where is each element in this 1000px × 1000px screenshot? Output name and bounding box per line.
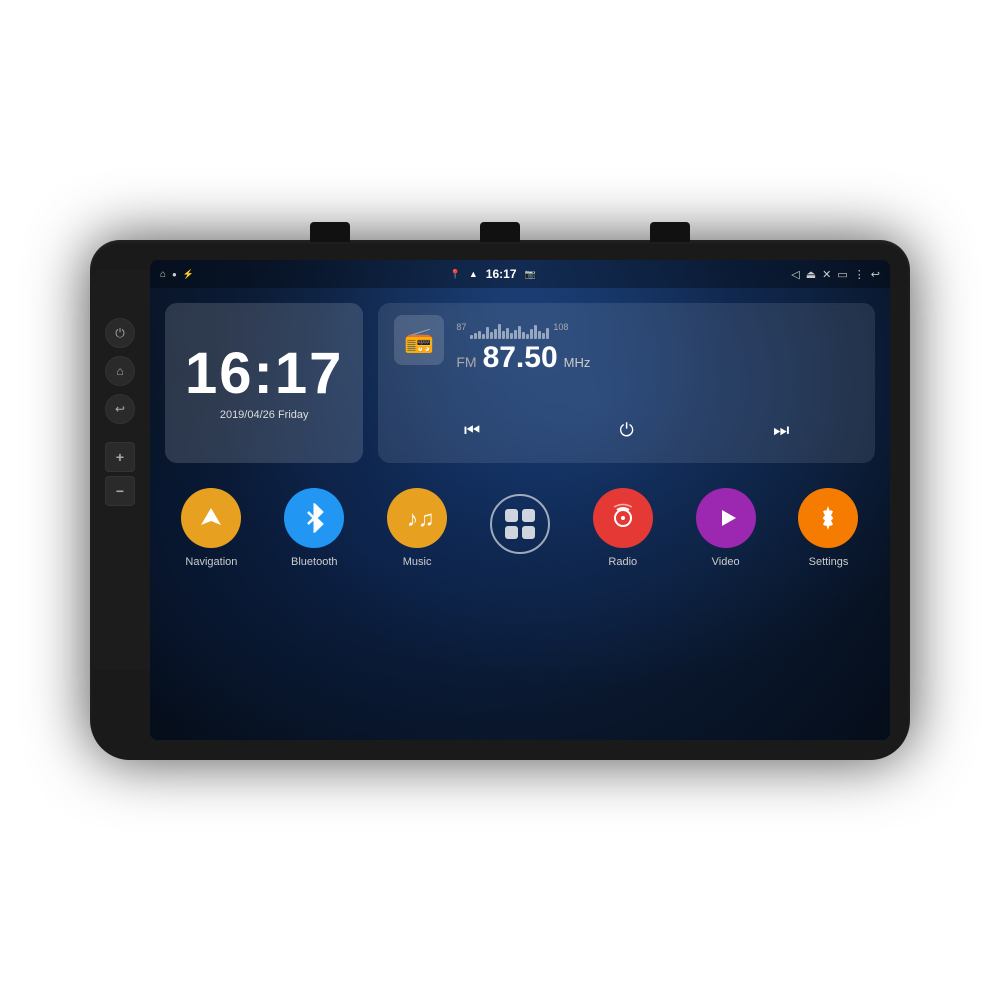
power-button[interactable]: ⏻ (105, 318, 135, 348)
bluetooth-icon (284, 488, 344, 548)
vol-down-button[interactable]: − (105, 476, 135, 506)
video-icon (696, 488, 756, 548)
app-item-video[interactable]: Video (696, 488, 756, 568)
radio-icon-box: 📻 (394, 315, 444, 365)
status-time: 16:17 (486, 267, 517, 281)
clock-widget: 16:17 2019/04/26 Friday (165, 303, 363, 463)
clock-time: 16:17 (185, 345, 343, 403)
vol-up-button[interactable]: + (105, 442, 135, 472)
radio-frequency: 87.50 (483, 343, 558, 373)
music-icon: ♪♫ (387, 488, 447, 548)
radio-band: FM (456, 354, 476, 370)
volume-icon: ◁ (791, 268, 799, 281)
main-content: 16:17 2019/04/26 Friday 📻 (150, 288, 890, 740)
radio-next-button[interactable]: ⏭ (763, 416, 799, 445)
settings-icon (798, 488, 858, 548)
status-right: ◁ ⏏ ✕ ▭ ⋮ ↩ (791, 268, 880, 281)
radio-prev-button[interactable]: ⏮ (454, 416, 490, 445)
eject-icon: ⏏ (806, 268, 816, 281)
music-label: Music (403, 556, 432, 568)
mount-bracket-left (310, 222, 350, 242)
screen-wrapper: ⌂ ● ⚡ 📍 ▲ 16:17 📷 ◁ ⏏ ✕ ▭ ⋮ ↩ (150, 260, 890, 740)
close-icon: ✕ (822, 268, 831, 281)
usb-icon: ⚡ (183, 269, 194, 280)
app-item-radio[interactable]: Radio (593, 488, 653, 568)
car-stereo-unit: MIC RST ⏻ ⌂ ↩ + − ⌂ ● ⚡ 📍 ▲ 16:17 (90, 240, 910, 760)
menu-icon: ⋮ (854, 268, 865, 281)
bluetooth-label: Bluetooth (291, 556, 337, 568)
app-item-bluetooth[interactable]: Bluetooth (284, 488, 344, 568)
freq-range-end: 108 (553, 322, 568, 332)
status-left: ⌂ ● ⚡ (160, 269, 194, 280)
radio-icon: 📻 (404, 326, 434, 355)
radio-unit: MHz (564, 355, 591, 370)
grid-icon (490, 494, 550, 554)
navigation-label: Navigation (185, 556, 237, 568)
freq-range-start: 87 (456, 322, 466, 332)
radio-top: 📻 87 (394, 315, 859, 373)
radio-app-icon (593, 488, 653, 548)
wifi-icon: ▲ (469, 269, 478, 279)
radio-controls: ⏮ ⏻ ⏭ (394, 410, 859, 451)
radio-power-button[interactable]: ⏻ (610, 416, 644, 445)
home-status-icon: ⌂ (160, 269, 166, 280)
camera-icon: 📷 (525, 269, 536, 280)
dot-icon: ● (172, 270, 177, 279)
app-item-music[interactable]: ♪♫ Music (387, 488, 447, 568)
radio-label: Radio (608, 556, 637, 568)
app-item-navigation[interactable]: Navigation (181, 488, 241, 568)
status-center: 📍 ▲ 16:17 📷 (194, 267, 791, 281)
app-item-settings[interactable]: Settings (798, 488, 858, 568)
status-bar: ⌂ ● ⚡ 📍 ▲ 16:17 📷 ◁ ⏏ ✕ ▭ ⋮ ↩ (150, 260, 890, 288)
radio-freq-area: 87 (456, 315, 859, 373)
grid-inner (505, 509, 535, 539)
navigation-icon (181, 488, 241, 548)
back-button[interactable]: ↩ (105, 394, 135, 424)
video-label: Video (712, 556, 740, 568)
clock-date: 2019/04/26 Friday (220, 409, 309, 421)
settings-label: Settings (809, 556, 849, 568)
svg-text:♪♫: ♪♫ (407, 506, 433, 531)
widgets-row: 16:17 2019/04/26 Friday 📻 (165, 303, 875, 463)
radio-widget[interactable]: 📻 87 (378, 303, 875, 463)
main-screen: ⌂ ● ⚡ 📍 ▲ 16:17 📷 ◁ ⏏ ✕ ▭ ⋮ ↩ (150, 260, 890, 740)
mount-bracket-right (650, 222, 690, 242)
location-icon: 📍 (450, 269, 461, 280)
mount-bracket-center (480, 222, 520, 242)
window-icon: ▭ (837, 268, 847, 281)
back-nav-icon: ↩ (871, 268, 880, 281)
side-panel-left: ⏻ ⌂ ↩ + − (90, 270, 150, 670)
signal-bars (470, 319, 549, 339)
app-item-allapps[interactable] (490, 494, 550, 562)
app-grid: Navigation Bluetooth (165, 478, 875, 578)
home-button[interactable]: ⌂ (105, 356, 135, 386)
